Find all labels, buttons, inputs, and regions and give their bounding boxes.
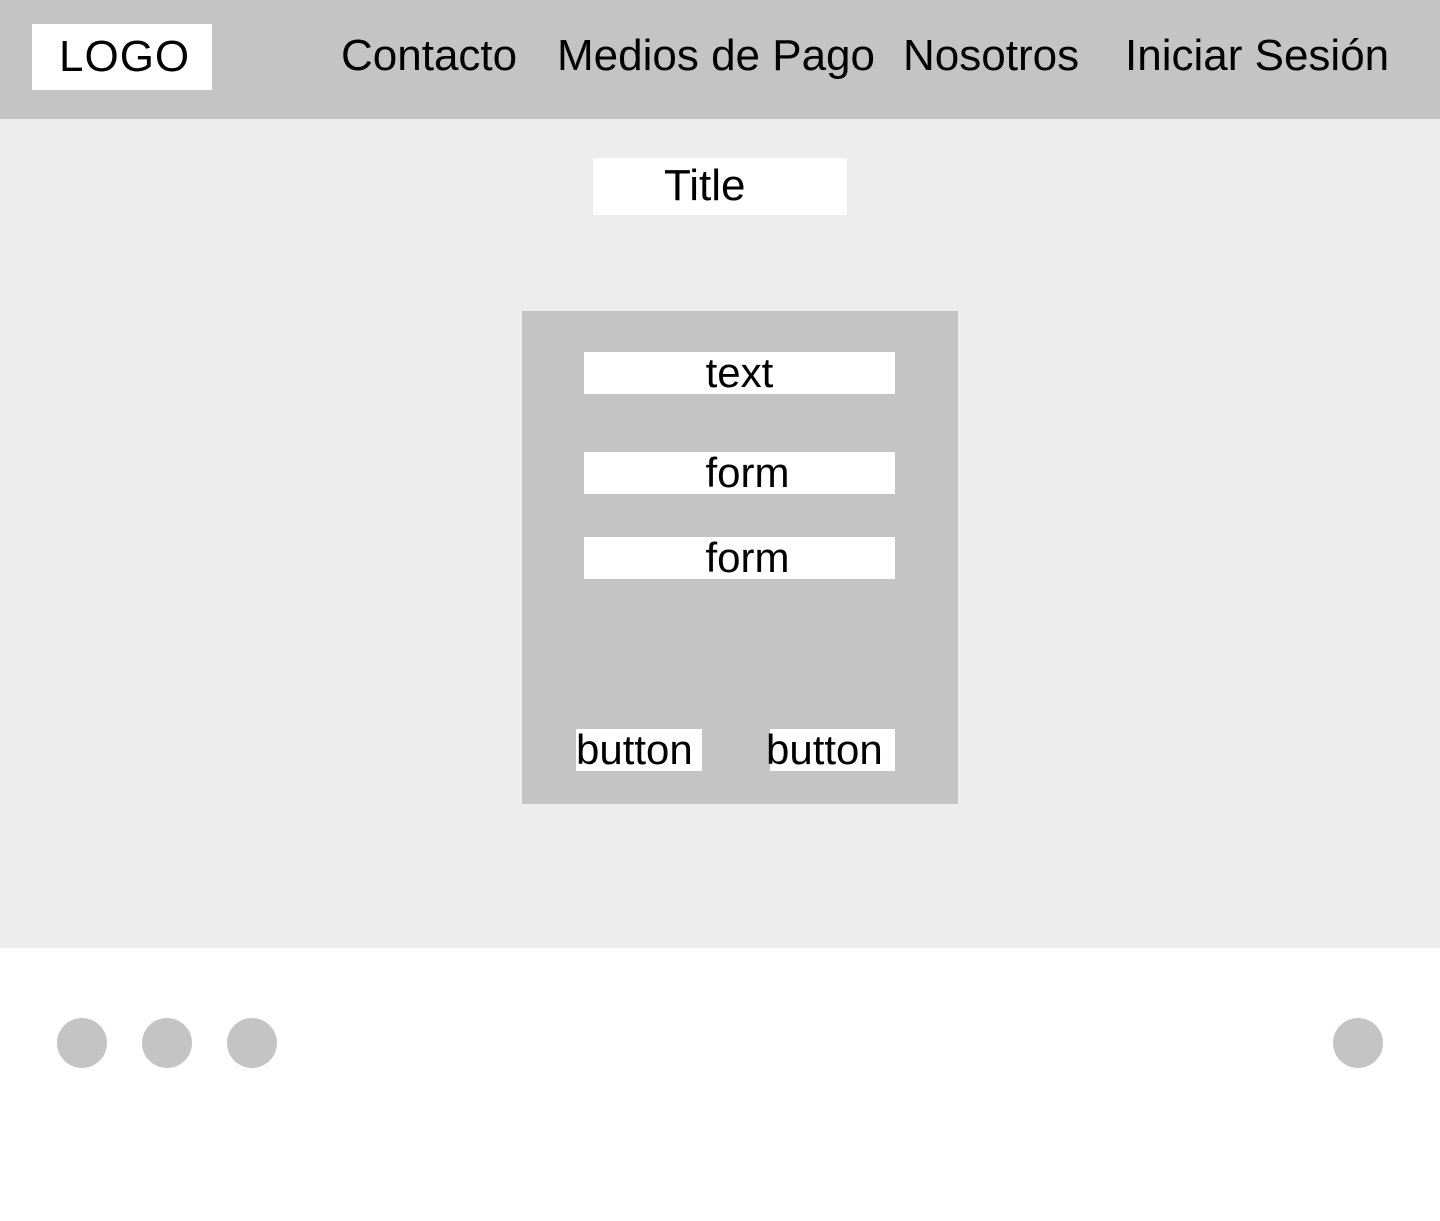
primary-button[interactable]: button <box>576 729 702 771</box>
login-card: text form form button button <box>522 311 958 804</box>
social-circle-icon-4[interactable] <box>1333 1018 1383 1068</box>
logo[interactable]: LOGO <box>32 24 212 90</box>
nav-link-contacto[interactable]: Contacto <box>341 30 517 82</box>
nav-link-medios-de-pago[interactable]: Medios de Pago <box>557 30 875 82</box>
nav-link-nosotros[interactable]: Nosotros <box>903 30 1079 82</box>
primary-button-label: button <box>576 726 693 773</box>
secondary-button[interactable]: button <box>766 729 895 771</box>
site-header: LOGO Contacto Medios de Pago Nosotros In… <box>0 0 1440 119</box>
social-circle-icon-3[interactable] <box>227 1018 277 1068</box>
form-field-2[interactable]: form <box>584 537 895 579</box>
social-circle-icon-2[interactable] <box>142 1018 192 1068</box>
secondary-button-label: button <box>766 726 883 773</box>
nav-link-iniciar-sesion[interactable]: Iniciar Sesión <box>1125 30 1389 82</box>
page-title: Title <box>593 158 847 215</box>
site-footer <box>0 948 1440 1221</box>
main-content: Title text form form button button <box>0 119 1440 948</box>
social-circle-icon-1[interactable] <box>57 1018 107 1068</box>
card-text: text <box>584 352 895 394</box>
form-field-1[interactable]: form <box>584 452 895 494</box>
